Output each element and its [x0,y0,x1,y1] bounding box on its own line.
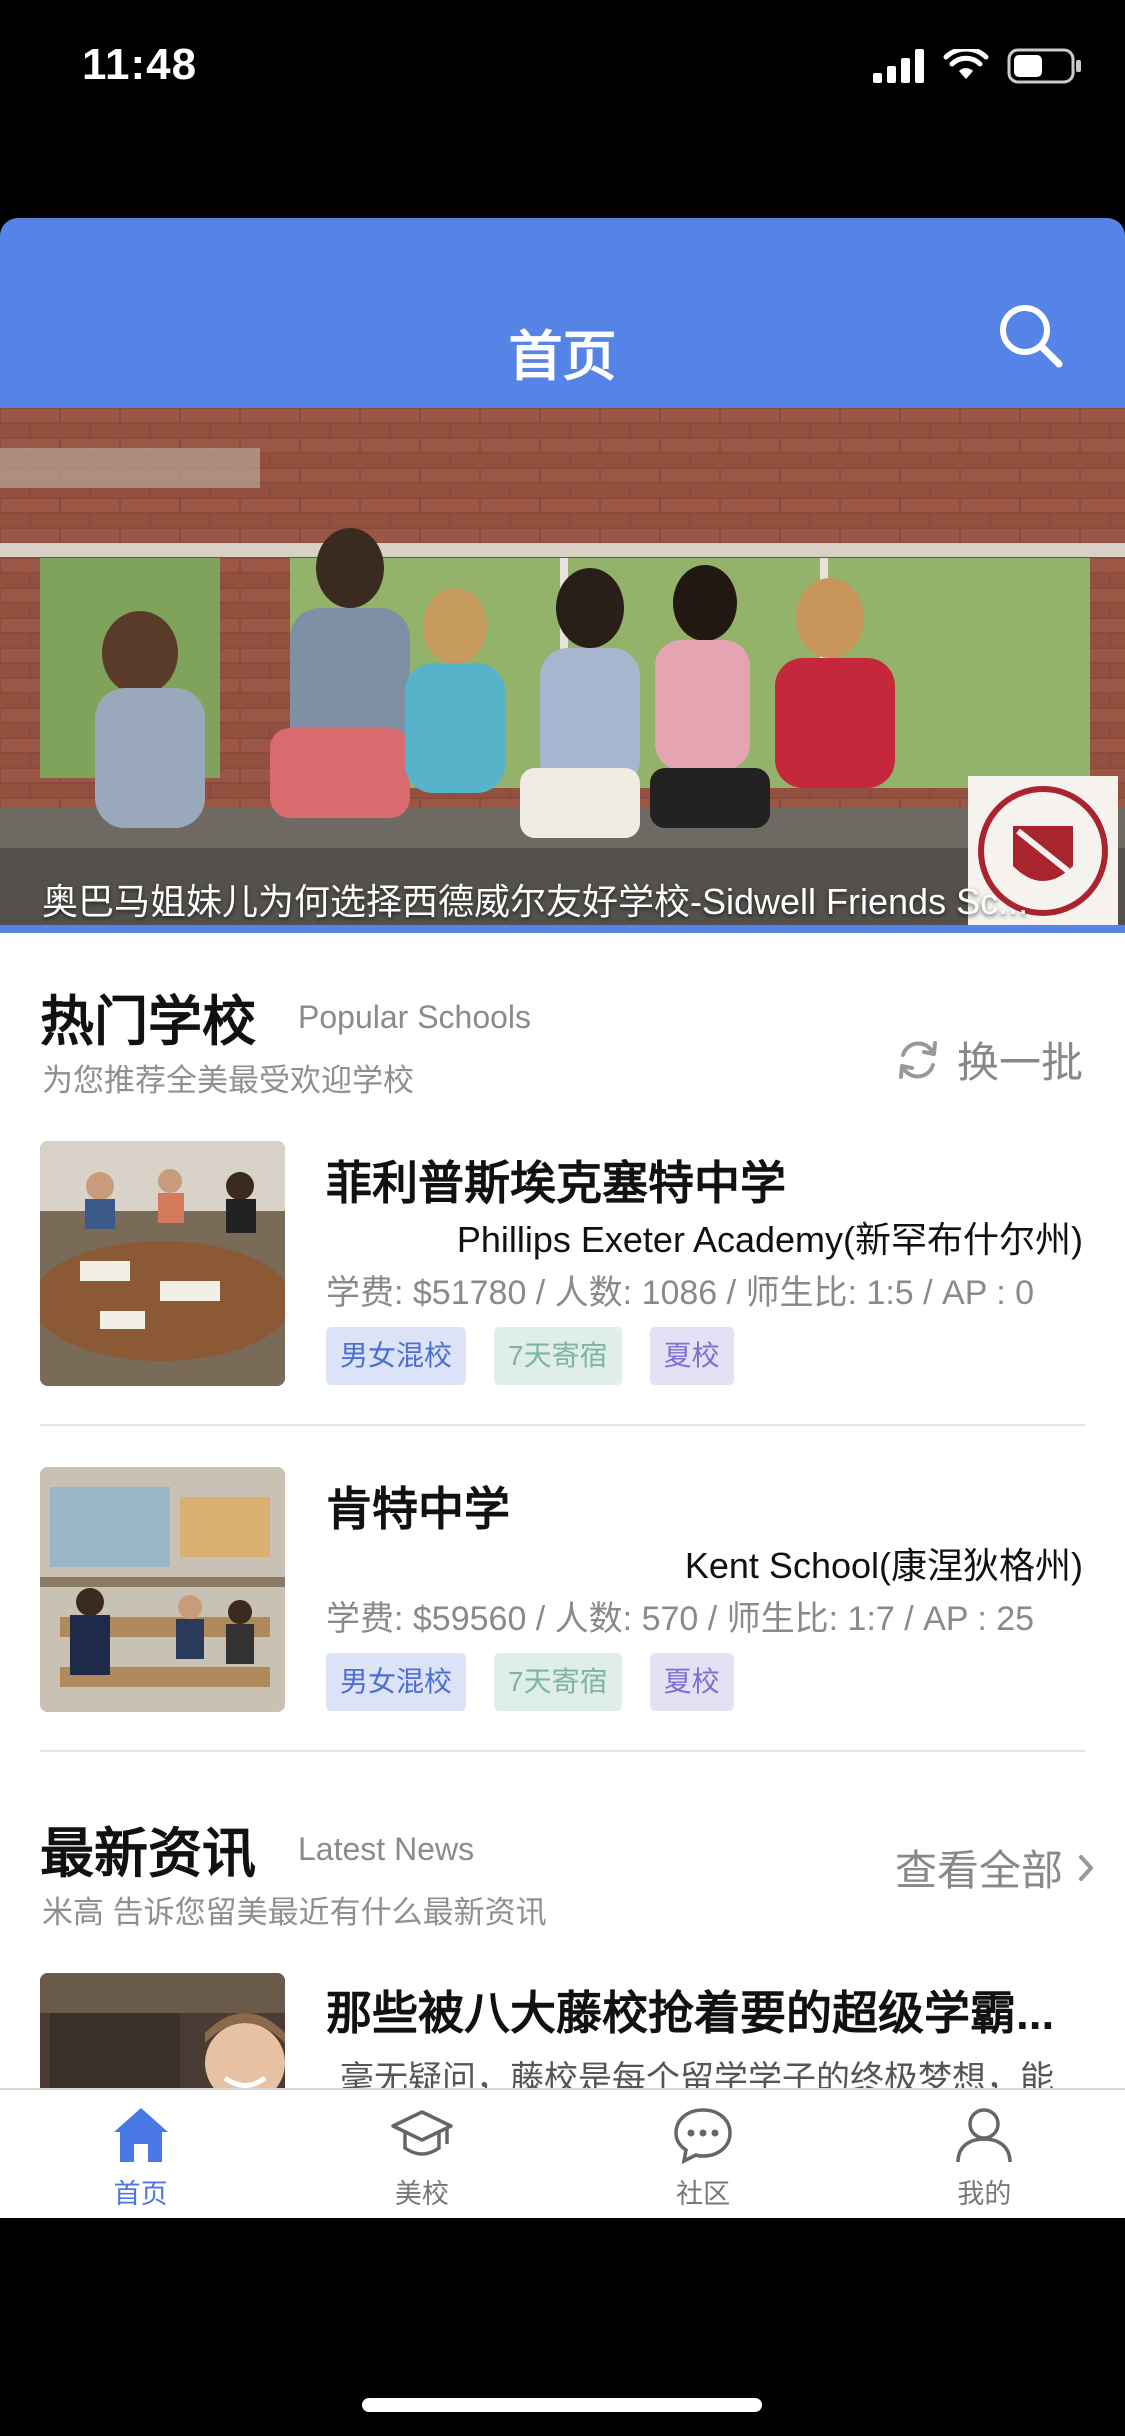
latest-news-subtitle: 米高 告诉您留美最近有什么最新资讯 [42,1895,547,1930]
divider [40,1424,1085,1426]
popular-schools-subtitle: 为您推荐全美最受欢迎学校 [42,1063,414,1098]
school-name: 菲利普斯埃克塞特中学 [326,1157,786,1209]
school-stats: 学费: $59560 / 人数: 570 / 师生比: 1:7 / AP : 2… [326,1600,1035,1638]
school-thumbnail [40,1467,285,1712]
user-icon [956,2108,1013,2163]
view-all-label: 查看全部 [894,1847,1063,1894]
search-icon [1000,305,1063,368]
chevron-right-icon [1079,1854,1093,1881]
school-stats: 学费: $51780 / 人数: 1086 / 师生比: 1:5 / AP : … [326,1274,1035,1312]
refresh-label: 换一批 [956,1039,1083,1086]
latest-news-title-en: Latest News [298,1831,475,1867]
status-time: 11:48 [82,40,198,89]
banner-image [0,408,1125,933]
tab-label: 首页 [113,2179,168,2209]
popular-schools-title-en: Popular Schools [298,999,532,1035]
school-name-en: Kent School(康涅狄格州) [684,1545,1083,1586]
banner-caption: 奥巴马姐妹儿为何选择西德威尔友好学校-Sidwell Friends Sc... [42,881,1029,922]
home-icon [113,2108,168,2162]
refresh-button[interactable]: 换一批 [893,1029,1083,1090]
tab-schools[interactable]: 美校 [281,2090,562,2218]
tab-profile[interactable]: 我的 [844,2090,1125,2218]
view-all-link[interactable]: 查看全部 [895,1837,1095,1898]
news-summary: 毫无疑问，藤校是每个留学学子的终极梦想，能 [340,2060,1054,2088]
tag-boarding: 7天寄宿 [494,1327,622,1385]
tag-coed: 男女混校 [326,1653,467,1711]
school-card[interactable]: 肯特中学 Kent School(康涅狄格州) 学费: $59560 / 人数:… [0,1467,1125,1792]
status-bar: 11:48 [0,0,1125,135]
tab-home[interactable]: 首页 [0,2090,281,2218]
signal-icon [873,49,924,83]
banner-carousel[interactable]: 奥巴马姐妹儿为何选择西德威尔友好学校-Sidwell Friends Sc... [0,408,1125,933]
main-content: 热门学校 Popular Schools 为您推荐全美最受欢迎学校 换一批 菲利… [0,933,1125,2088]
tag-summer-school: 夏校 [649,1327,734,1385]
news-title: 那些被八大藤校抢着要的超级学霸... [326,1987,1055,2039]
graduation-cap-icon [391,2110,453,2156]
tab-label: 社区 [676,2179,731,2209]
tab-bar: 首页 美校 社区 我的 [0,2088,1125,2218]
tab-label: 美校 [394,2179,449,2209]
tag-boarding: 7天寄宿 [494,1653,622,1711]
banner-divider [0,925,1125,933]
page-title: 首页 [508,327,617,387]
school-name-en: Phillips Exeter Academy(新罕布什尔州) [456,1219,1083,1260]
battery-icon [1007,48,1081,84]
school-card[interactable]: 菲利普斯埃克塞特中学 Phillips Exeter Academy(新罕布什尔… [0,1141,1125,1466]
school-name: 肯特中学 [326,1483,510,1535]
wifi-icon [943,49,989,79]
search-button[interactable] [995,300,1067,372]
tab-community[interactable]: 社区 [563,2090,844,2218]
refresh-icon [898,1040,937,1079]
school-tags: 男女混校 7天寄宿 夏校 [326,1653,734,1711]
latest-news-title: 最新资讯 [40,1824,256,1884]
tag-summer-school: 夏校 [649,1653,734,1711]
school-thumbnail [40,1141,285,1386]
news-thumbnail [40,1973,285,2088]
popular-schools-title: 热门学校 [40,992,256,1052]
tag-coed: 男女混校 [326,1327,467,1385]
home-indicator[interactable] [362,2398,762,2412]
school-tags: 男女混校 7天寄宿 夏校 [326,1327,734,1385]
divider [40,1750,1085,1752]
tab-label: 我的 [957,2179,1012,2209]
chat-icon [674,2108,732,2165]
status-icons [873,48,1083,84]
